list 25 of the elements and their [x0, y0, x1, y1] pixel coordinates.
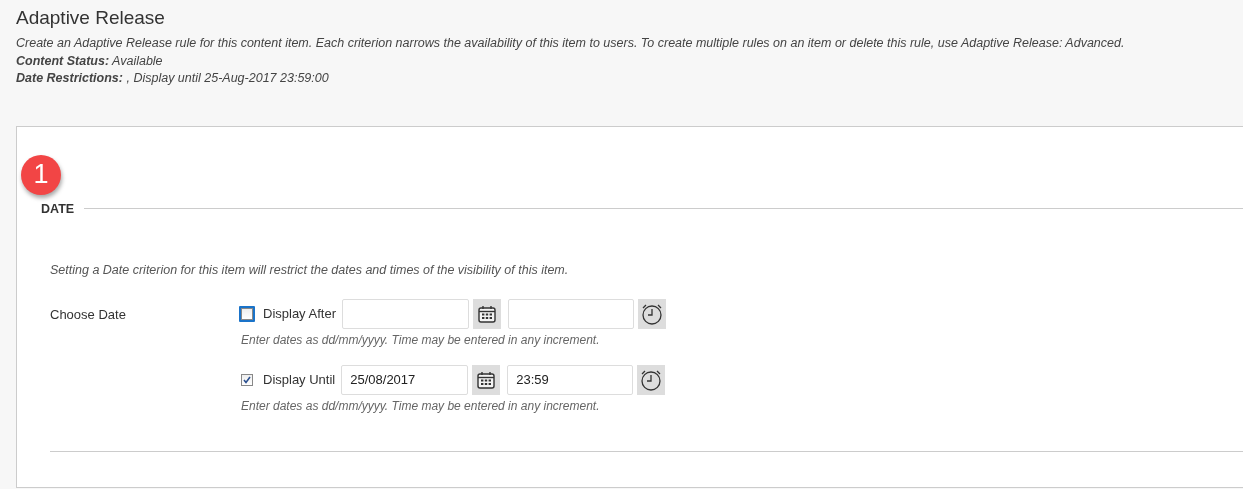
- section-heading: DATE: [41, 201, 75, 216]
- hint-text: Enter dates as dd/mm/yyyy. Time may be entered in any increment.: [241, 332, 601, 347]
- checkbox[interactable]: [241, 373, 253, 386]
- detail-text: Content Status: Available: [16, 52, 164, 70]
- calendar-icon: [476, 369, 497, 390]
- calendar-button[interactable]: [473, 298, 501, 329]
- date-field[interactable]: 25/08/2017: [341, 364, 469, 395]
- hint-text: Enter dates as dd/mm/yyyy. Time may be entered in any increment.: [241, 398, 601, 413]
- checkbox-label: Display After: [263, 306, 336, 321]
- step-badge: 1: [21, 154, 61, 195]
- clock-button[interactable]: [638, 298, 666, 329]
- detail-text: Date Restrictions: , Display until 25-Aug-2017 23:59:00: [16, 70, 330, 87]
- date-field[interactable]: [342, 298, 469, 329]
- calendar-button[interactable]: [472, 364, 501, 395]
- calendar-icon: [477, 303, 497, 324]
- time-field[interactable]: [508, 298, 634, 329]
- checkbox[interactable]: [241, 307, 253, 320]
- check-icon: [243, 375, 251, 384]
- clock-button[interactable]: [637, 364, 666, 395]
- time-field[interactable]: 23:59: [507, 364, 634, 395]
- instruction-text: Setting a Date criterion for this item will restrict the dates and times of the visibility of this item.: [50, 262, 570, 277]
- checkbox-label: Display Until: [263, 372, 336, 387]
- field-label: Choose Date: [50, 305, 127, 324]
- description-text: Create an Adaptive Release rule for this content item. Each criterion narrows the availability of this item to users. To create multiple rules on an item or delete this rule, use Adaptive Release: Advanced.: [16, 35, 1126, 52]
- page-title: Adaptive Release: [16, 7, 166, 29]
